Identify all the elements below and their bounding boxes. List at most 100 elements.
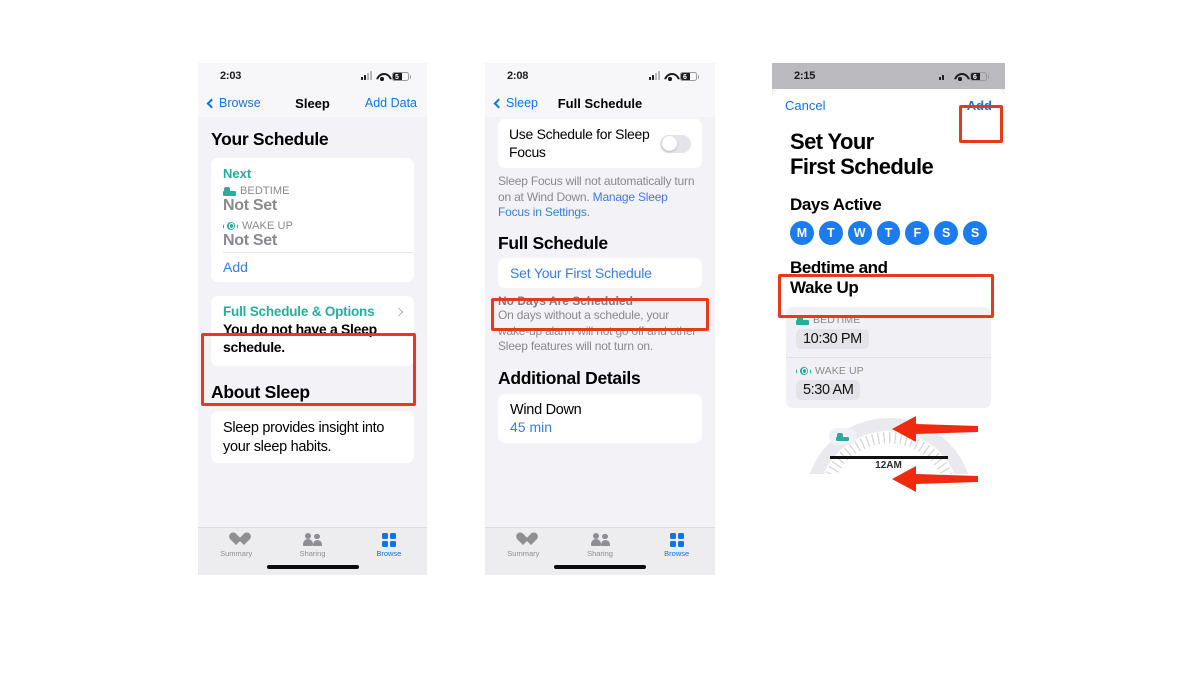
tab-bar: Summary Sharing Browse bbox=[485, 527, 715, 575]
bedtime-label-row: BEDTIME bbox=[796, 314, 981, 326]
tab-browse[interactable]: Browse bbox=[638, 533, 715, 558]
chevron-left-icon bbox=[493, 98, 504, 108]
tab-sharing[interactable]: Sharing bbox=[274, 533, 350, 558]
back-button-label: Browse bbox=[219, 96, 261, 110]
full-schedule-options-link[interactable]: Full Schedule & Options bbox=[223, 304, 375, 319]
phone-screen-full-schedule: 2:08 6 Sleep Full Schedule Use Schedule … bbox=[485, 63, 715, 575]
cellular-signal-icon bbox=[649, 71, 660, 80]
people-icon bbox=[590, 533, 610, 547]
bed-icon bbox=[836, 432, 849, 442]
add-button[interactable]: Add bbox=[967, 98, 992, 113]
modal-sheet: Cancel Add Set Your First Schedule Days … bbox=[772, 89, 1005, 575]
tab-summary-label: Summary bbox=[507, 549, 540, 558]
day-toggle-thursday[interactable]: T bbox=[876, 221, 901, 246]
screenshot-canvas: 2:03 5 Browse Sleep Add Data Your Schedu… bbox=[0, 0, 1200, 675]
bed-icon bbox=[223, 187, 236, 196]
day-toggle-monday[interactable]: M bbox=[790, 221, 814, 246]
battery-low-icon: 5 bbox=[392, 71, 411, 81]
dial-bedtime-handle[interactable] bbox=[828, 428, 857, 446]
people-icon bbox=[302, 533, 322, 547]
wind-down-value: 45 min bbox=[510, 419, 553, 436]
bedtime-wakeup-card: BEDTIME 10:30 PM WAKE UP 5:30 AM bbox=[786, 307, 991, 409]
status-time: 2:08 bbox=[507, 70, 529, 82]
bedtime-value[interactable]: 10:30 PM bbox=[796, 329, 869, 350]
sheet-title-line2: First Schedule bbox=[790, 154, 934, 180]
bed-icon bbox=[796, 316, 809, 325]
back-button-label: Sleep bbox=[506, 96, 538, 110]
set-first-schedule-card[interactable]: Set Your First Schedule bbox=[498, 257, 702, 288]
wind-down-card[interactable]: Wind Down 45 min bbox=[498, 394, 702, 444]
phone-screen-set-first-schedule: 2:15 6 Cancel Add Set Your First Schedul… bbox=[772, 63, 1005, 575]
back-button-sleep[interactable]: Sleep bbox=[493, 96, 538, 110]
screen-content: Use Schedule for Sleep Focus Sleep Focus… bbox=[485, 117, 715, 575]
day-toggle-tuesday[interactable]: T bbox=[818, 221, 843, 246]
sleep-schedule-dial[interactable]: 12AM bbox=[772, 414, 1005, 475]
section-title-full-schedule: Full Schedule bbox=[498, 232, 608, 253]
battery-low-icon: 6 bbox=[970, 71, 989, 81]
heart-icon bbox=[229, 533, 244, 547]
bedtime-wakeup-title: Bedtime and Wake Up bbox=[772, 245, 1005, 303]
day-toggle-saturday[interactable]: S bbox=[934, 221, 959, 246]
wifi-icon bbox=[664, 72, 676, 81]
status-time: 2:15 bbox=[794, 70, 816, 82]
tab-summary[interactable]: Summary bbox=[485, 533, 562, 558]
about-sleep-body: Sleep provides insight into your sleep h… bbox=[223, 420, 385, 455]
tab-browse-label: Browse bbox=[664, 549, 690, 558]
dial-midnight-label: 12AM bbox=[875, 460, 902, 472]
add-schedule-button[interactable]: Add bbox=[211, 253, 414, 282]
bedtime-row: BEDTIME 10:30 PM bbox=[786, 307, 991, 357]
sleep-focus-helper-text: Sleep Focus will not automatically turn … bbox=[485, 168, 715, 223]
cellular-signal-icon bbox=[361, 71, 372, 80]
tab-sharing[interactable]: Sharing bbox=[562, 533, 639, 558]
status-time: 2:03 bbox=[220, 70, 242, 82]
screen-content: Your Schedule Next BEDTIME Not Set WAKE … bbox=[198, 117, 427, 575]
chevron-right-icon bbox=[394, 307, 404, 316]
home-indicator bbox=[266, 565, 359, 569]
days-active-selector: M T W T F S S bbox=[772, 221, 1005, 246]
bedtime-wakeup-title-line2: Wake Up bbox=[790, 277, 859, 297]
no-days-body: On days without a schedule, your wake-up… bbox=[498, 307, 697, 354]
wakeup-label: WAKE UP bbox=[815, 365, 864, 378]
sleep-focus-toggle[interactable] bbox=[660, 134, 691, 153]
days-active-title: Days Active bbox=[790, 195, 882, 215]
tab-sharing-label: Sharing bbox=[299, 549, 326, 558]
status-bar: 2:15 6 bbox=[772, 63, 1005, 89]
status-icons: 5 bbox=[361, 71, 411, 81]
wakeup-value: Not Set bbox=[223, 232, 277, 249]
tab-summary[interactable]: Summary bbox=[198, 533, 274, 558]
day-toggle-friday[interactable]: F bbox=[905, 221, 930, 246]
wakeup-label-row: WAKE UP bbox=[796, 365, 981, 377]
about-sleep-card: Sleep provides insight into your sleep h… bbox=[211, 411, 414, 463]
use-schedule-for-sleep-focus-row[interactable]: Use Schedule for Sleep Focus bbox=[498, 119, 702, 168]
toggle-knob bbox=[661, 136, 677, 151]
wakeup-row: WAKE UP 5:30 AM bbox=[786, 357, 991, 408]
bedtime-label-row: BEDTIME bbox=[211, 182, 414, 197]
next-label: Next bbox=[223, 166, 252, 181]
status-icons: 6 bbox=[939, 71, 989, 81]
section-title-additional-details: Additional Details bbox=[498, 368, 641, 389]
cancel-button[interactable]: Cancel bbox=[785, 98, 825, 113]
chevron-left-icon bbox=[206, 98, 217, 108]
tab-summary-label: Summary bbox=[220, 549, 253, 558]
bedtime-wakeup-title-line1: Bedtime and bbox=[790, 258, 888, 278]
tab-browse-label: Browse bbox=[376, 549, 402, 558]
wakeup-value[interactable]: 5:30 AM bbox=[796, 380, 861, 401]
set-your-first-schedule-button[interactable]: Set Your First Schedule bbox=[498, 258, 702, 288]
day-toggle-wednesday[interactable]: W bbox=[847, 221, 872, 246]
sheet-title: Set Your First Schedule bbox=[772, 117, 1005, 179]
add-data-button[interactable]: Add Data bbox=[365, 96, 417, 110]
section-title-about-sleep: About Sleep bbox=[211, 382, 310, 402]
alarm-icon bbox=[796, 366, 811, 377]
nav-bar: Browse Sleep Add Data bbox=[198, 89, 427, 117]
sleep-focus-card: Use Schedule for Sleep Focus bbox=[498, 119, 702, 168]
status-bar: 2:03 5 bbox=[198, 63, 427, 89]
sheet-nav-bar: Cancel Add bbox=[772, 89, 1005, 117]
day-toggle-sunday[interactable]: S bbox=[963, 221, 988, 246]
full-schedule-options-card[interactable]: Full Schedule & Options You do not have … bbox=[211, 296, 414, 366]
full-schedule-options-row[interactable]: Full Schedule & Options bbox=[211, 296, 414, 319]
nav-bar: Sleep Full Schedule bbox=[485, 89, 715, 117]
tab-browse[interactable]: Browse bbox=[351, 533, 427, 558]
phone-screen-sleep-overview: 2:03 5 Browse Sleep Add Data Your Schedu… bbox=[198, 63, 427, 575]
wifi-icon bbox=[376, 72, 388, 81]
back-button-browse[interactable]: Browse bbox=[206, 96, 261, 110]
